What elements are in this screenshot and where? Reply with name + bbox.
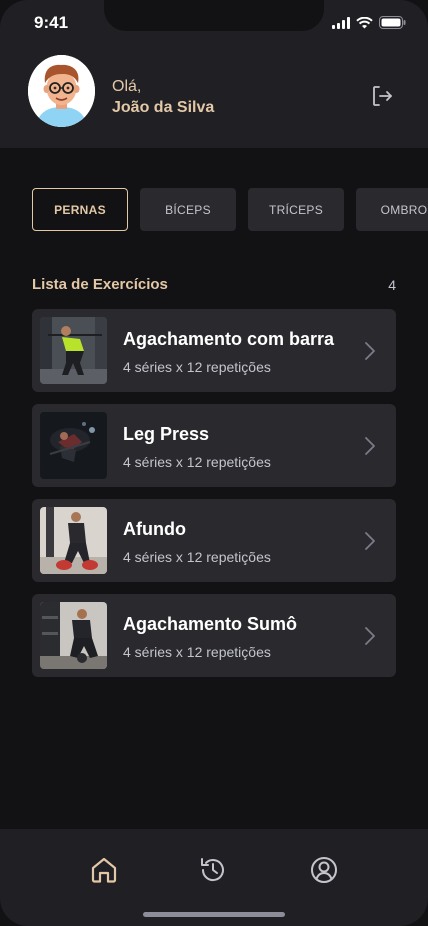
avatar[interactable]	[28, 55, 95, 127]
tab-biceps[interactable]: BÍCEPS	[140, 188, 236, 231]
tab-pernas[interactable]: PERNAS	[32, 188, 128, 231]
exercise-name: Leg Press	[123, 424, 210, 444]
history-icon[interactable]	[197, 854, 229, 886]
avatar-illustration	[28, 55, 95, 127]
chevron-right-icon	[365, 532, 375, 550]
exercise-card[interactable]: Afundo 4 séries x 12 repetições	[32, 499, 396, 582]
chevron-right-icon	[365, 437, 375, 455]
exercise-name: Agachamento Sumô	[123, 614, 298, 634]
muscle-group-tabs: PERNAS BÍCEPS TRÍCEPS OMBRO	[32, 188, 428, 231]
exercise-thumbnail	[40, 602, 107, 669]
list-title: Lista de Exercícios	[32, 276, 168, 293]
status-time: 9:41	[34, 13, 69, 32]
exercise-list-header: Lista de Exercícios 4	[32, 276, 396, 296]
exercise-card[interactable]: Agachamento Sumô 4 séries x 12 repetiçõe…	[32, 594, 396, 677]
status-bar: 9:41	[0, 0, 428, 48]
home-indicator	[143, 912, 285, 917]
exercise-info: 4 séries x 12 repetições	[123, 454, 271, 470]
tab-ombro[interactable]: OMBRO	[356, 188, 428, 231]
exercise-thumbnail	[40, 412, 107, 479]
exercise-info: 4 séries x 12 repetições	[123, 359, 271, 375]
tab-triceps[interactable]: TRÍCEPS	[248, 188, 344, 231]
user-name: João da Silva	[112, 99, 215, 116]
profile-icon[interactable]	[308, 854, 340, 886]
exercise-card[interactable]: Leg Press 4 séries x 12 repetições	[32, 404, 396, 487]
exercise-name: Agachamento com barra	[123, 329, 335, 349]
app-screen: 9:41 Olá, João da Silva PERNAS BÍCEPS TR…	[0, 0, 428, 926]
exercise-info: 4 séries x 12 repetições	[123, 549, 271, 565]
status-icons	[332, 16, 406, 29]
exercise-list: Agachamento com barra 4 séries x 12 repe…	[32, 309, 396, 689]
chevron-right-icon	[365, 342, 375, 360]
user-header: Olá, João da Silva	[0, 48, 428, 148]
wifi-icon	[356, 16, 373, 28]
logout-icon[interactable]	[370, 84, 394, 108]
greeting-text: Olá,	[112, 78, 142, 95]
exercise-thumbnail	[40, 317, 107, 384]
exercise-card[interactable]: Agachamento com barra 4 séries x 12 repe…	[32, 309, 396, 392]
exercise-name: Afundo	[123, 519, 186, 539]
list-count: 4	[388, 277, 396, 293]
signal-icon	[332, 16, 350, 29]
battery-icon	[379, 16, 406, 29]
exercise-info: 4 séries x 12 repetições	[123, 644, 271, 660]
exercise-thumbnail	[40, 507, 107, 574]
notch	[104, 0, 324, 31]
home-icon[interactable]	[88, 854, 120, 886]
chevron-right-icon	[365, 627, 375, 645]
